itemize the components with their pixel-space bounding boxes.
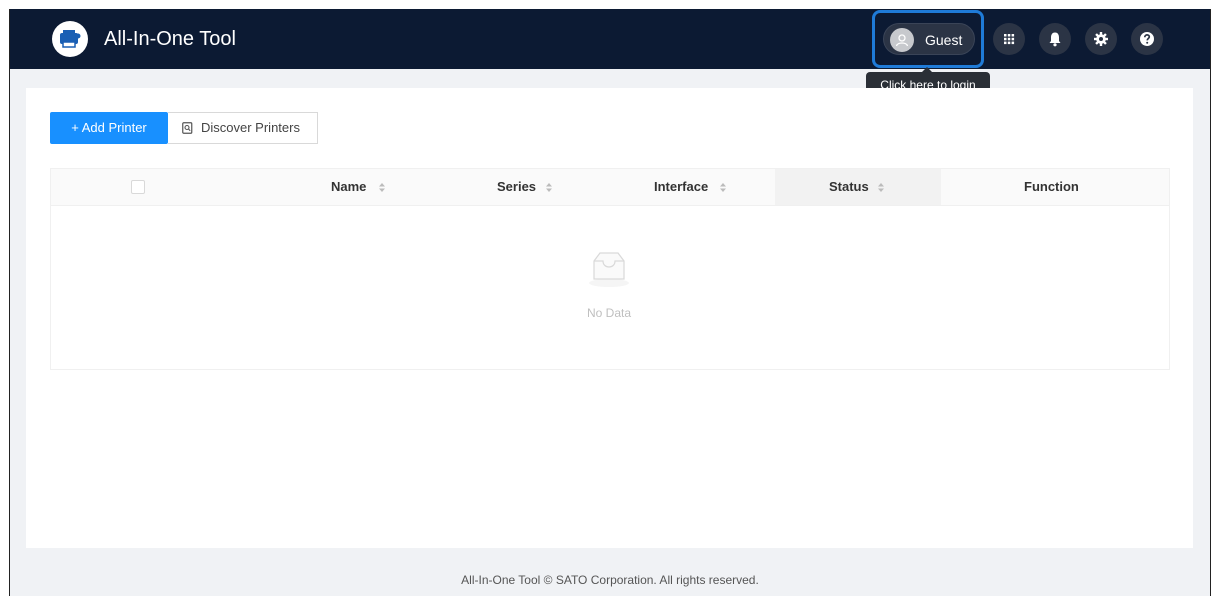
column-header-series[interactable]: Series bbox=[497, 169, 536, 205]
top-bar: All-In-One Tool Guest bbox=[10, 9, 1210, 69]
add-printer-button[interactable]: + Add Printer bbox=[50, 112, 168, 144]
column-header-interface[interactable]: Interface bbox=[654, 169, 708, 205]
help-button[interactable] bbox=[1131, 23, 1163, 55]
app-logo bbox=[52, 21, 88, 57]
sort-icon[interactable] bbox=[878, 183, 884, 192]
column-header-function: Function bbox=[1024, 179, 1079, 194]
app-window: All-In-One Tool Guest Click here to logi… bbox=[9, 9, 1211, 596]
help-icon bbox=[1140, 32, 1154, 46]
printer-logo-icon bbox=[60, 30, 81, 48]
bell-icon bbox=[1049, 32, 1061, 47]
column-header-status[interactable]: Status bbox=[829, 169, 869, 205]
select-all-checkbox[interactable] bbox=[131, 180, 145, 194]
sort-icon[interactable] bbox=[379, 183, 385, 192]
empty-state-text: No Data bbox=[586, 306, 632, 320]
printer-table: Name Series Interface Status Function No… bbox=[50, 168, 1170, 370]
notifications-button[interactable] bbox=[1039, 23, 1071, 55]
user-label: Guest bbox=[925, 32, 963, 48]
gear-icon bbox=[1094, 32, 1108, 46]
column-header-name[interactable]: Name bbox=[331, 169, 366, 205]
sort-icon[interactable] bbox=[720, 183, 726, 192]
settings-button[interactable] bbox=[1085, 23, 1117, 55]
apps-grid-icon bbox=[1004, 34, 1015, 45]
discover-printers-button[interactable]: Discover Printers bbox=[168, 112, 318, 144]
search-document-icon bbox=[182, 122, 193, 134]
table-header: Name Series Interface Status Function bbox=[51, 169, 1169, 206]
empty-inbox-icon bbox=[589, 252, 629, 287]
user-icon bbox=[895, 34, 909, 47]
apps-grid-button[interactable] bbox=[993, 23, 1025, 55]
sort-icon[interactable] bbox=[546, 183, 552, 192]
footer-copyright: All-In-One Tool © SATO Corporation. All … bbox=[461, 573, 759, 587]
discover-printers-label: Discover Printers bbox=[201, 120, 300, 135]
avatar bbox=[890, 28, 914, 52]
user-login-button[interactable]: Guest bbox=[883, 23, 975, 55]
main-panel: + Add Printer Discover Printers Name Ser… bbox=[26, 88, 1193, 548]
app-title: All-In-One Tool bbox=[104, 28, 236, 50]
